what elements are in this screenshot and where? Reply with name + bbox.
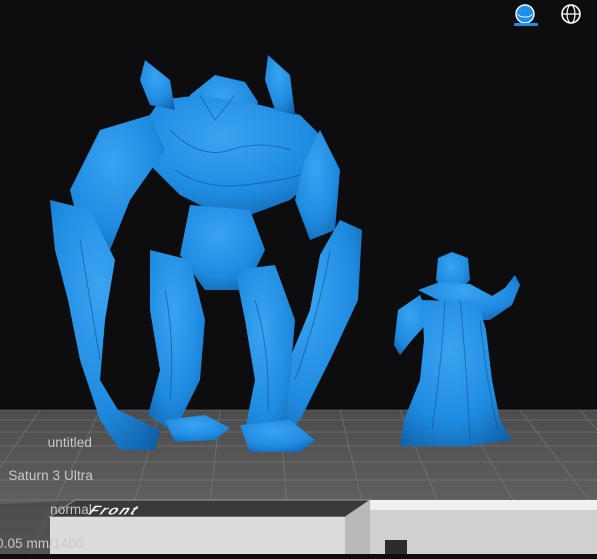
giant-monster-model[interactable] [50,55,362,452]
profile-label: normal [50,502,92,517]
printer-label: Saturn 3 Ultra [8,468,93,483]
file-name-label: untitled [47,435,92,450]
3d-viewport[interactable]: untitled Saturn 3 Ultra normal 0.05 mm/1… [0,0,597,555]
view-cube-face-label[interactable]: Front [86,503,142,517]
solid-sphere-icon [515,4,535,24]
wireframe-sphere-icon [561,4,581,24]
wireframe-view-button[interactable] [554,0,588,28]
active-view-indicator [514,23,538,26]
layer-info-label: 0.05 mm/1400 [0,536,84,551]
